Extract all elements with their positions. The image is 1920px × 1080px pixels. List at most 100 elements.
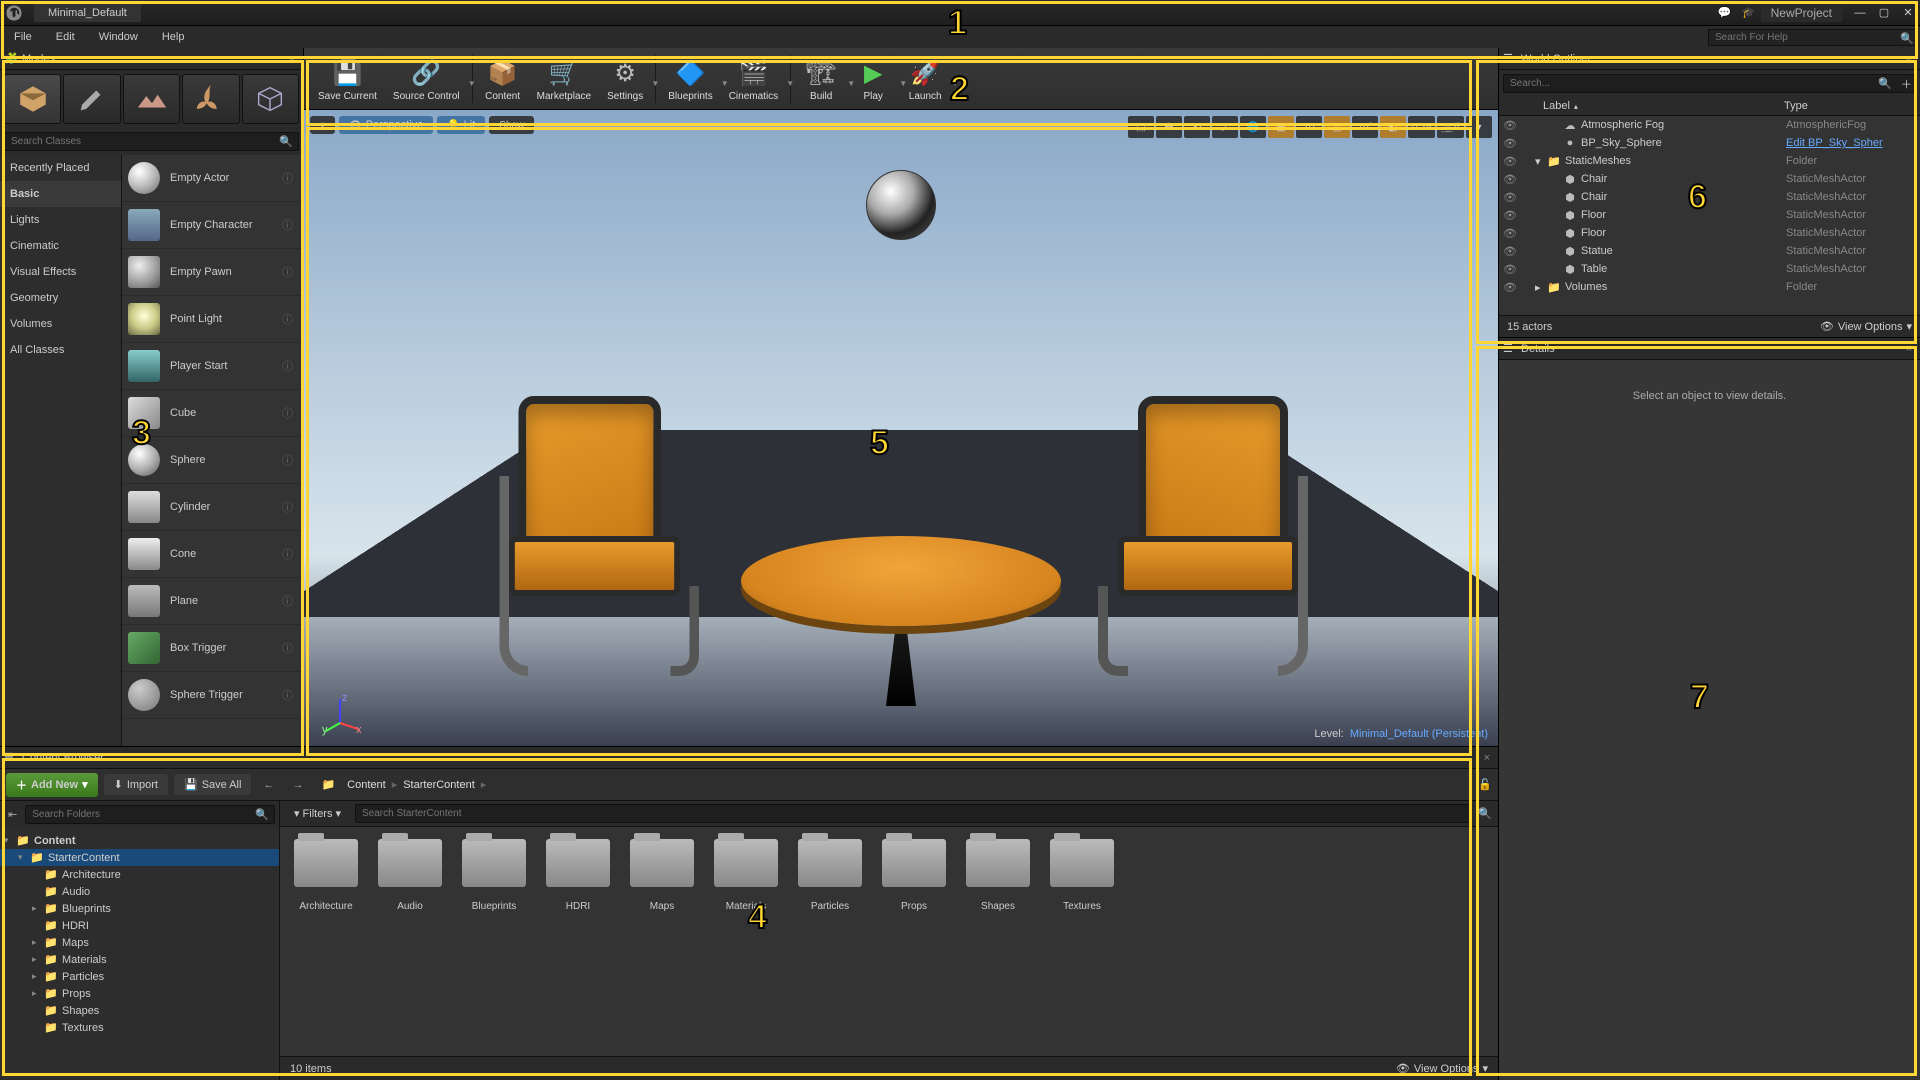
info-icon[interactable]: ⓘ [278,593,297,609]
folder-item[interactable]: Audio [376,839,444,912]
category-item[interactable]: All Classes [0,337,121,363]
toolbar-marketplace[interactable]: 🛒Marketplace [529,53,599,104]
outliner-col-type[interactable]: Type [1784,100,1914,112]
outliner-add-icon[interactable]: ＋ [1901,76,1912,92]
transform-rotate-icon[interactable]: ⟲ [1184,116,1210,138]
help-search[interactable]: 🔍 [1708,29,1918,46]
dropdown-icon[interactable]: ▼ [951,79,959,88]
graduation-icon[interactable]: 🎓 [1739,3,1759,23]
menu-window[interactable]: Window [87,28,150,46]
outliner-search-input[interactable] [1503,74,1916,93]
modes-search-input[interactable] [4,132,299,151]
info-icon[interactable]: ⓘ [278,264,297,280]
toolbar-launch[interactable]: 🚀Launch▼ [899,53,951,104]
viewport-lit[interactable]: 💡 Lit [437,116,485,134]
outliner-row[interactable]: 👁⬢StatueStaticMeshActor [1499,242,1920,260]
actor-item[interactable]: Empty Actorⓘ [122,155,303,202]
info-icon[interactable]: ⓘ [278,546,297,562]
angle-snap-value[interactable]: 10° [1352,116,1378,138]
toolbar-content[interactable]: 📦Content [477,53,529,104]
tree-node[interactable]: 📁Architecture [0,866,279,883]
sources-toggle-icon[interactable]: ⇤ [4,806,21,823]
folder-icon[interactable]: 📁 [315,776,341,793]
tree-node[interactable]: ▸📁Materials [0,951,279,968]
actor-item[interactable]: Player Startⓘ [122,343,303,390]
info-icon[interactable]: ⓘ [278,358,297,374]
angle-snap-icon[interactable]: △ [1324,116,1350,138]
tree-node[interactable]: ▾📁StarterContent [0,849,279,866]
info-icon[interactable]: ⓘ [278,311,297,327]
info-icon[interactable]: ⓘ [278,170,297,186]
outliner-row[interactable]: 👁☁Atmospheric FogAtmosphericFog [1499,116,1920,134]
actor-item[interactable]: Point Lightⓘ [122,296,303,343]
outliner-row[interactable]: 👁▸📁VolumesFolder [1499,278,1920,296]
panel-close-icon[interactable]: × [1902,53,1916,65]
level-tab[interactable]: Minimal_Default [34,4,141,22]
camera-speed-icon[interactable]: 📷 4 [1437,116,1464,138]
visibility-icon[interactable]: 👁 [1503,281,1519,294]
category-item[interactable]: Visual Effects [0,259,121,285]
tree-node[interactable]: ▸📁Blueprints [0,900,279,917]
minimize-button[interactable]: — [1848,5,1872,21]
visibility-icon[interactable]: 👁 [1503,119,1519,132]
menu-help[interactable]: Help [150,28,197,46]
category-item[interactable]: Lights [0,207,121,233]
folder-item[interactable]: Maps [628,839,696,912]
outliner-row[interactable]: 👁⬢TableStaticMeshActor [1499,260,1920,278]
level-name-link[interactable]: Minimal_Default (Persistent) [1350,728,1488,740]
outliner-row[interactable]: 👁⬢FloorStaticMeshActor [1499,206,1920,224]
tree-node[interactable]: 📁HDRI [0,917,279,934]
nav-back-icon[interactable]: ← [257,777,280,793]
category-item[interactable]: Recently Placed [0,155,121,181]
outliner-view-options[interactable]: 👁 View Options ▾ [1820,320,1912,333]
actor-item[interactable]: Sphereⓘ [122,437,303,484]
panel-close-icon[interactable]: × [1902,343,1916,355]
scale-snap-icon[interactable]: ◧ [1380,116,1406,138]
table-actor[interactable] [741,536,1061,626]
outliner-row[interactable]: 👁⬢ChairStaticMeshActor [1499,188,1920,206]
folder-item[interactable]: Particles [796,839,864,912]
actor-item[interactable]: Cylinderⓘ [122,484,303,531]
actor-item[interactable]: Empty Pawnⓘ [122,249,303,296]
folder-item[interactable]: Materials [712,839,780,912]
mode-landscape[interactable] [123,74,180,124]
close-button[interactable]: ✕ [1896,5,1920,21]
info-icon[interactable]: ⓘ [278,452,297,468]
tree-node[interactable]: ▸📁Props [0,985,279,1002]
outliner-row[interactable]: 👁●BP_Sky_SphereEdit BP_Sky_Spher [1499,134,1920,152]
tree-node[interactable]: 📁Shapes [0,1002,279,1019]
viewport-perspective[interactable]: 👁 Perspective [339,116,433,134]
menu-edit[interactable]: Edit [44,28,87,46]
outliner-header[interactable]: Label ▴ Type [1499,97,1920,116]
info-icon[interactable]: ⓘ [278,405,297,421]
cb-view-options[interactable]: 👁 View Options ▾ [1396,1062,1488,1075]
toolbar-source-control[interactable]: 🔗Source Control▼ [385,53,468,104]
info-icon[interactable]: ⓘ [278,217,297,233]
toolbar-cinematics[interactable]: 🎬Cinematics▼ [721,53,786,104]
category-item[interactable]: Cinematic [0,233,121,259]
visibility-icon[interactable]: 👁 [1503,155,1519,168]
transform-select-icon[interactable]: ⬚ [1128,116,1154,138]
visibility-icon[interactable]: 👁 [1503,209,1519,222]
toolbar-settings[interactable]: ⚙Settings▼ [599,53,651,104]
info-icon[interactable]: ⓘ [278,687,297,703]
visibility-icon[interactable]: 👁 [1503,263,1519,276]
panel-close-icon[interactable]: × [1480,752,1494,764]
toolbar-blueprints[interactable]: 🔷Blueprints▼ [660,53,720,104]
mode-paint[interactable] [63,74,120,124]
tree-node[interactable]: ▸📁Particles [0,968,279,985]
content-search-input[interactable] [355,804,1472,823]
viewport-menu[interactable]: ▾ [310,116,335,134]
tree-node[interactable]: 📁Audio [0,883,279,900]
visibility-icon[interactable]: 👁 [1503,227,1519,240]
outliner-row[interactable]: 👁⬢FloorStaticMeshActor [1499,224,1920,242]
toolbar-save-current[interactable]: 💾Save Current [310,53,385,104]
outliner-type[interactable]: Edit BP_Sky_Spher [1786,137,1916,149]
info-icon[interactable]: ⓘ [278,499,297,515]
chat-icon[interactable]: 💬 [1715,3,1735,23]
category-item[interactable]: Basic [0,181,121,207]
menu-file[interactable]: File [2,28,44,46]
filters-button[interactable]: ▾ Filters ▾ [286,805,349,822]
info-icon[interactable]: ⓘ [278,640,297,656]
viewport-show[interactable]: Show [489,116,534,134]
